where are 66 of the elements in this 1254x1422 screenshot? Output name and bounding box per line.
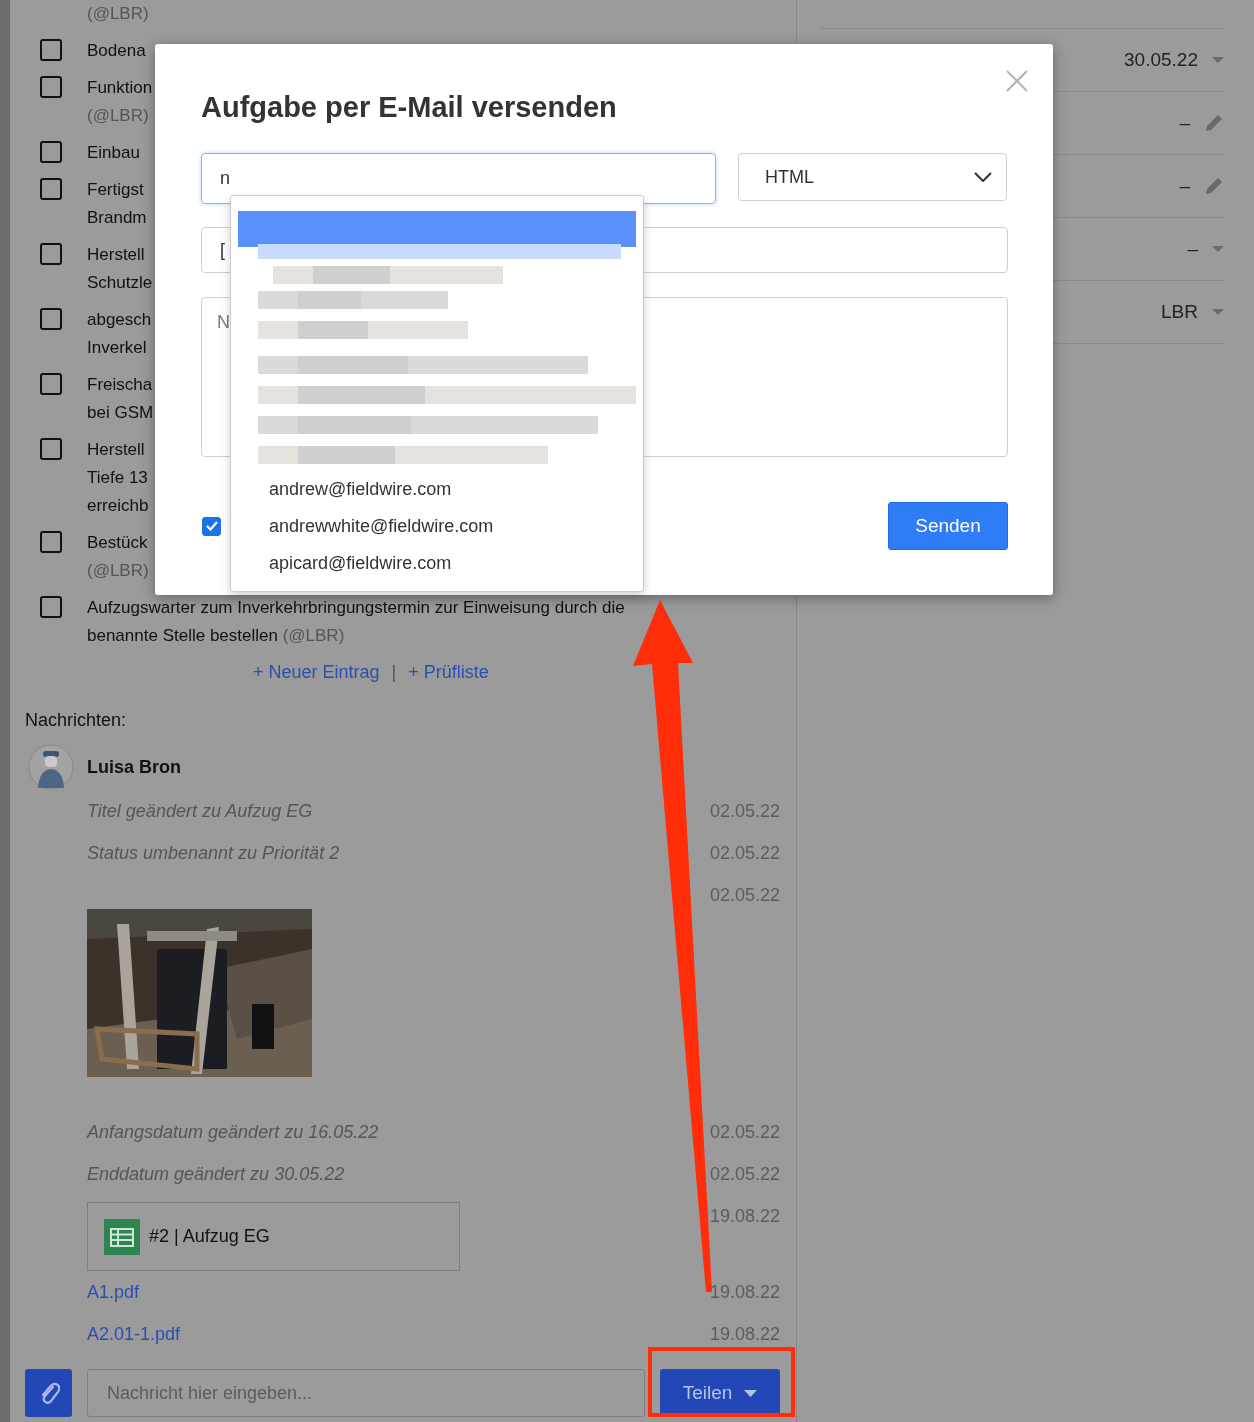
activity-text: Enddatum geändert zu 30.05.22: [87, 1163, 346, 1186]
attach-button[interactable]: [25, 1369, 72, 1417]
checkbox[interactable]: [40, 438, 62, 460]
field-value: –: [1179, 175, 1190, 197]
checkbox[interactable]: [40, 531, 62, 553]
section-label: Nachrichten:: [24, 709, 128, 732]
checkbox[interactable]: [40, 243, 62, 265]
activity-text: Status umbenannt zu Priorität 2: [87, 842, 341, 865]
checklist-text: Einbau: [87, 142, 140, 164]
timestamp: 02.05.22: [709, 842, 780, 865]
suggestion-item[interactable]: andrewwhite@fieldwire.com: [231, 508, 643, 545]
field-value: –: [1179, 112, 1190, 134]
checklist-text: Herstell: [87, 439, 146, 461]
send-button[interactable]: Senden: [888, 502, 1008, 550]
checkbox[interactable]: [40, 76, 62, 98]
timestamp: 02.05.22: [709, 1121, 780, 1144]
checklist-text: Freischa: [87, 374, 154, 396]
checklist-text: Bodena: [87, 40, 146, 62]
message-input[interactable]: Nachricht hier eingeben...: [87, 1369, 645, 1417]
checklist-text: Aufzugswarter zum Inverkehrbringungstermin zur Einweisung durch die: [87, 597, 625, 619]
checklist-text: Inverkel: [87, 337, 148, 359]
separator: |: [391, 661, 397, 684]
checklist-text: bei GSM: [87, 402, 154, 424]
checklist-text: benannte Stelle bestellen (@LBR): [87, 625, 346, 647]
checkbox[interactable]: [202, 516, 221, 536]
chevron-icon: [974, 172, 992, 182]
card-title: #2 | Aufzug EG: [149, 1226, 270, 1247]
spreadsheet-icon: [104, 1218, 140, 1255]
avatar: [28, 744, 74, 790]
checklist-text: Fertigst: [87, 179, 145, 201]
activity-text: Titel geändert zu Aufzug EG: [87, 800, 314, 823]
checkbox[interactable]: [40, 39, 62, 61]
timestamp: 02.05.22: [709, 884, 780, 907]
checkbox[interactable]: [40, 141, 62, 163]
field-value: –: [1187, 238, 1198, 260]
timestamp: 19.08.22: [709, 1281, 780, 1304]
field-value: 30.05.22: [1124, 49, 1198, 71]
assignee-tag: (@LBR): [87, 102, 153, 130]
checklist-text: Bestück: [87, 532, 149, 554]
checklist-text: Schutzle: [87, 272, 153, 294]
checkbox[interactable]: [40, 373, 62, 395]
dialog-title: Aufgabe per E-Mail versenden: [201, 90, 618, 125]
author-name: Luisa Bron: [87, 756, 181, 778]
activity-text: Anfangsdatum geändert zu 16.05.22: [87, 1121, 380, 1144]
timestamp: 02.05.22: [709, 1163, 780, 1186]
caret-icon: [744, 1389, 758, 1397]
checkbox[interactable]: [40, 308, 62, 330]
assignee-tag: (@LBR): [87, 4, 149, 23]
assignee-tag: (@LBR): [87, 557, 149, 585]
checkbox[interactable]: [40, 178, 62, 200]
checkbox[interactable]: [40, 596, 62, 618]
timestamp: 02.05.22: [709, 800, 780, 823]
timestamp: 19.08.22: [709, 1205, 780, 1228]
suggestion-item[interactable]: andrew@fieldwire.com: [231, 471, 643, 508]
checklist-text: Brandm: [87, 207, 147, 229]
checklist-text: erreichb: [87, 495, 149, 517]
format-select[interactable]: HTML: [738, 153, 1007, 201]
checklist-text: Tiefe 13: [87, 467, 149, 489]
task-card[interactable]: #2 | Aufzug EG: [87, 1202, 460, 1271]
checkmark-icon: [205, 521, 218, 531]
checklist-text: Funktion: [87, 77, 153, 99]
field-value: LBR: [1161, 301, 1198, 323]
timestamp: 19.08.22: [709, 1323, 780, 1346]
checklist-text: Herstell: [87, 244, 146, 266]
checklist-text: abgesch: [87, 309, 152, 331]
suggestion-item[interactable]: apicard@fieldwire.com: [231, 545, 643, 582]
